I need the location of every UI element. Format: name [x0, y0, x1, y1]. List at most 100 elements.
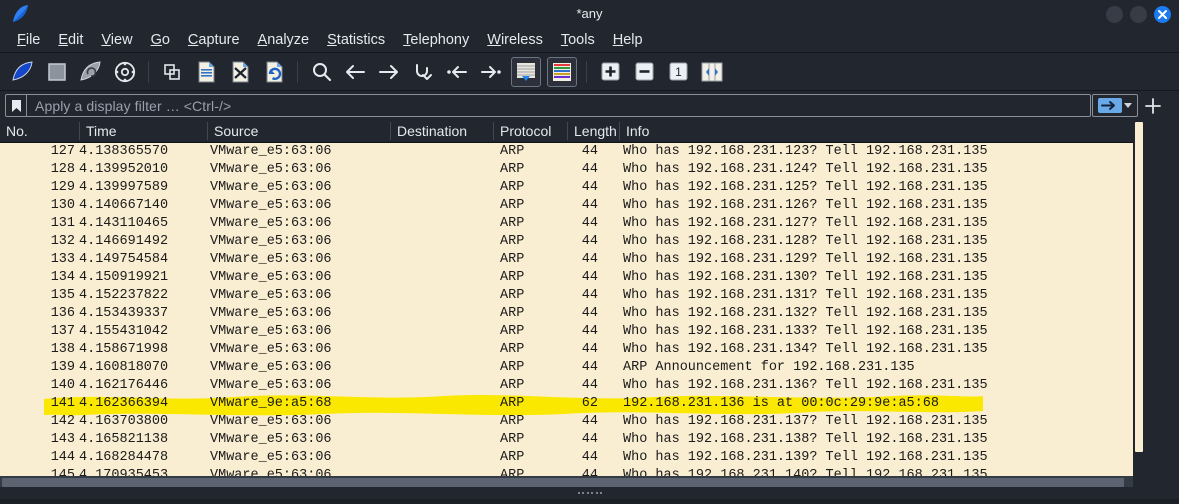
menu-item-tools[interactable]: Tools	[552, 30, 604, 50]
find-packet-button[interactable]	[307, 58, 335, 86]
table-row[interactable]: 1454.170935453VMware_e5:63:06ARP44Who ha…	[0, 467, 1133, 476]
column-header-time[interactable]: Time	[80, 120, 210, 142]
packet-time: 4.158671998	[79, 341, 168, 359]
packet-source: VMware_e5:63:06	[210, 161, 332, 179]
colorize-toggle[interactable]	[547, 57, 577, 87]
menu-item-help[interactable]: Help	[604, 30, 652, 50]
reload-file-button[interactable]	[260, 58, 288, 86]
table-row[interactable]: 1424.163703800VMware_e5:63:06ARP44Who ha…	[0, 413, 1133, 431]
packet-list-header: No. Time Source Destination Protocol Len…	[0, 120, 1133, 142]
packet-no: 141	[0, 395, 75, 413]
column-header-source[interactable]: Source	[208, 120, 393, 142]
table-row[interactable]: 1414.162366394VMware_9e:a5:68ARP62192.16…	[0, 395, 1133, 413]
packet-length: 44	[558, 413, 598, 431]
table-row[interactable]: 1344.150919921VMware_e5:63:06ARP44Who ha…	[0, 269, 1133, 287]
open-file-button[interactable]	[192, 58, 220, 86]
table-row[interactable]: 1384.158671998VMware_e5:63:06ARP44Who ha…	[0, 341, 1133, 359]
column-header-info[interactable]: Info	[620, 120, 1130, 142]
packet-protocol: ARP	[500, 233, 524, 251]
close-file-button[interactable]	[226, 58, 254, 86]
resize-columns-button[interactable]	[698, 58, 726, 86]
zoom-reset-button[interactable]: 1	[664, 58, 692, 86]
go-to-first-packet-button[interactable]	[443, 58, 471, 86]
column-header-length[interactable]: Length	[568, 120, 620, 142]
packet-info: Who has 192.168.231.139? Tell 192.168.23…	[623, 449, 988, 467]
table-row[interactable]: 1324.146691492VMware_e5:63:06ARP44Who ha…	[0, 233, 1133, 251]
zoom-100-icon: 1	[669, 62, 688, 81]
go-forward-button[interactable]	[375, 58, 403, 86]
menu-bar: File Edit View Go Capture Analyze Statis…	[0, 27, 1179, 52]
go-to-packet-button[interactable]	[409, 58, 437, 86]
packet-time: 4.155431042	[79, 323, 168, 341]
close-button[interactable]	[1154, 6, 1171, 23]
packet-protocol: ARP	[500, 269, 524, 287]
horizontal-scrollbar-thumb[interactable]	[2, 478, 1124, 487]
table-row[interactable]: 1434.165821138VMware_e5:63:06ARP44Who ha…	[0, 431, 1133, 449]
vertical-scrollbar-thumb[interactable]	[1135, 122, 1143, 452]
menu-item-analyze[interactable]: Analyze	[249, 30, 319, 50]
chevron-down-icon[interactable]	[1124, 103, 1132, 108]
restart-capture-button[interactable]	[77, 58, 105, 86]
menu-item-edit[interactable]: Edit	[49, 30, 92, 50]
auto-scroll-toggle[interactable]	[511, 57, 541, 87]
packet-info: Who has 192.168.231.137? Tell 192.168.23…	[623, 413, 988, 431]
maximize-button[interactable]	[1130, 6, 1147, 23]
apply-filter-button[interactable]	[1092, 94, 1138, 117]
packet-length: 44	[558, 341, 598, 359]
minimize-button[interactable]	[1106, 6, 1123, 23]
packet-protocol: ARP	[500, 287, 524, 305]
packet-protocol: ARP	[500, 413, 524, 431]
table-row[interactable]: 1284.139952010VMware_e5:63:06ARP44Who ha…	[0, 161, 1133, 179]
menu-item-capture[interactable]: Capture	[179, 30, 249, 50]
table-row[interactable]: 1364.153439337VMware_e5:63:06ARP44Who ha…	[0, 305, 1133, 323]
column-header-protocol[interactable]: Protocol	[494, 120, 568, 142]
go-to-last-packet-button[interactable]	[477, 58, 505, 86]
packet-rows[interactable]: 1274.138365570VMware_e5:63:06ARP44Who ha…	[0, 143, 1133, 476]
table-row[interactable]: 1444.168284478VMware_e5:63:06ARP44Who ha…	[0, 449, 1133, 467]
arrow-left-icon	[344, 63, 366, 81]
menu-item-file[interactable]: File	[8, 30, 49, 50]
table-row[interactable]: 1274.138365570VMware_e5:63:06ARP44Who ha…	[0, 143, 1133, 161]
capture-options-button[interactable]	[111, 58, 139, 86]
plus-icon	[1144, 97, 1162, 115]
vertical-scrollbar[interactable]	[1133, 120, 1145, 476]
add-filter-button[interactable]	[1143, 96, 1163, 116]
packet-no: 138	[0, 341, 75, 359]
menu-item-statistics[interactable]: Statistics	[318, 30, 394, 50]
table-row[interactable]: 1304.140667140VMware_e5:63:06ARP44Who ha…	[0, 197, 1133, 215]
packet-no: 131	[0, 215, 75, 233]
table-row[interactable]: 1294.139997589VMware_e5:63:06ARP44Who ha…	[0, 179, 1133, 197]
zoom-in-button[interactable]	[596, 58, 624, 86]
table-row[interactable]: 1314.143110465VMware_e5:63:06ARP44Who ha…	[0, 215, 1133, 233]
packet-length: 44	[558, 233, 598, 251]
menu-item-go[interactable]: Go	[142, 30, 179, 50]
go-back-button[interactable]	[341, 58, 369, 86]
menu-item-wireless[interactable]: Wireless	[478, 30, 552, 50]
packet-time: 4.139997589	[79, 179, 168, 197]
bottom-strip	[0, 499, 1179, 504]
search-input[interactable]: Apply a display filter … <Ctrl-/>	[5, 94, 1091, 117]
stop-capture-button[interactable]	[43, 58, 71, 86]
packet-protocol: ARP	[500, 341, 524, 359]
column-header-destination[interactable]: Destination	[391, 120, 496, 142]
packet-source: VMware_e5:63:06	[210, 251, 332, 269]
table-row[interactable]: 1394.160818070VMware_e5:63:06ARP44ARP An…	[0, 359, 1133, 377]
column-header-no[interactable]: No.	[0, 120, 79, 142]
packet-time: 4.146691492	[79, 233, 168, 251]
packet-protocol: ARP	[500, 431, 524, 449]
packet-info: Who has 192.168.231.140? Tell 192.168.23…	[623, 467, 988, 476]
table-row[interactable]: 1334.149754584VMware_e5:63:06ARP44Who ha…	[0, 251, 1133, 269]
open-recent-button[interactable]	[158, 58, 186, 86]
menu-item-view[interactable]: View	[92, 30, 141, 50]
packet-time: 4.153439337	[79, 305, 168, 323]
packet-source: VMware_e5:63:06	[210, 269, 332, 287]
table-row[interactable]: 1354.152237822VMware_e5:63:06ARP44Who ha…	[0, 287, 1133, 305]
table-row[interactable]: 1374.155431042VMware_e5:63:06ARP44Who ha…	[0, 323, 1133, 341]
main-toolbar: 1	[0, 53, 1179, 90]
packet-source: VMware_9e:a5:68	[210, 395, 332, 413]
start-capture-button[interactable]	[9, 58, 37, 86]
bookmark-icon[interactable]	[6, 95, 27, 116]
packet-time: 4.152237822	[79, 287, 168, 305]
menu-item-telephony[interactable]: Telephony	[394, 30, 478, 50]
zoom-out-button[interactable]	[630, 58, 658, 86]
